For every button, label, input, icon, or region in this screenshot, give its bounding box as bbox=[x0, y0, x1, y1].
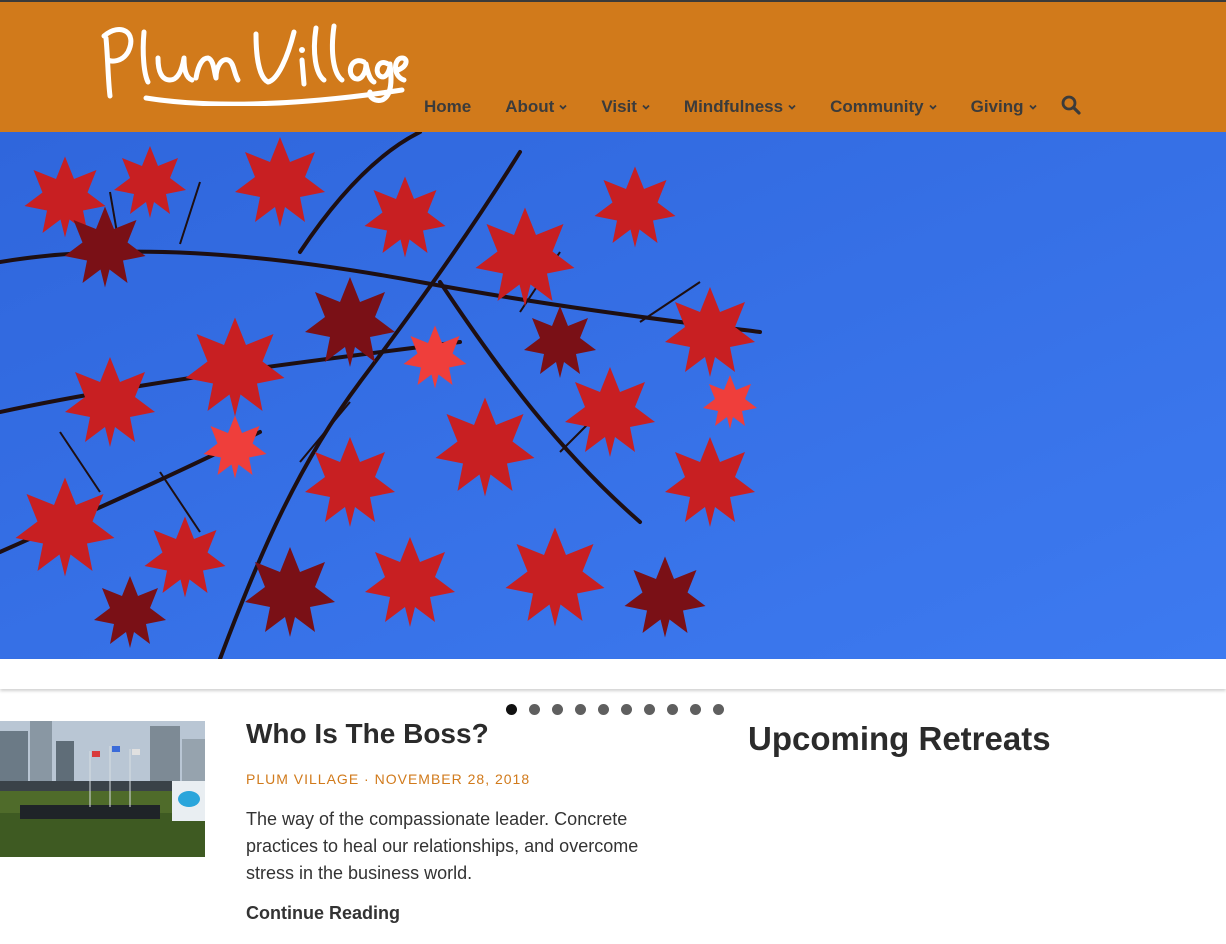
slide-dot[interactable] bbox=[667, 704, 678, 715]
nav-item-community[interactable]: Community bbox=[830, 97, 937, 117]
post-excerpt: The way of the compassionate leader. Con… bbox=[246, 809, 639, 883]
meta-separator: · bbox=[364, 771, 370, 787]
slide-dot[interactable] bbox=[506, 704, 517, 715]
post-thumbnail-image bbox=[0, 721, 205, 857]
slide-dot[interactable] bbox=[644, 704, 655, 715]
chevron-down-icon bbox=[642, 104, 650, 110]
nav-item-label: About bbox=[505, 97, 555, 116]
slider-pagination bbox=[506, 704, 736, 715]
nav-item-label: Home bbox=[424, 97, 472, 116]
chevron-down-icon bbox=[1028, 104, 1037, 110]
slide-dot[interactable] bbox=[621, 704, 632, 715]
search-icon[interactable] bbox=[1060, 94, 1082, 116]
chevron-down-icon bbox=[928, 104, 937, 110]
slide-dot[interactable] bbox=[690, 704, 701, 715]
hero-image bbox=[0, 132, 1226, 659]
slide-dot[interactable] bbox=[713, 704, 724, 715]
slide-dot[interactable] bbox=[575, 704, 586, 715]
site-header: Home About Visit Mindfulness Community G… bbox=[0, 2, 1226, 132]
nav-item-giving[interactable]: Giving bbox=[971, 97, 1037, 117]
nav-item-label: Visit bbox=[601, 97, 637, 116]
main-nav: Home About Visit Mindfulness Community G… bbox=[424, 90, 1071, 124]
post-date: NOVEMBER 28, 2018 bbox=[374, 771, 531, 787]
slide-dot[interactable] bbox=[552, 704, 563, 715]
nav-item-about[interactable]: About bbox=[505, 97, 567, 117]
nav-item-home[interactable]: Home bbox=[424, 97, 471, 117]
slide-dot[interactable] bbox=[529, 704, 540, 715]
plum-village-logo[interactable] bbox=[98, 20, 410, 106]
nav-item-mindfulness[interactable]: Mindfulness bbox=[684, 97, 796, 117]
continue-reading-link[interactable]: Continue Reading bbox=[246, 903, 400, 924]
post-meta: PLUM VILLAGE · NOVEMBER 28, 2018 bbox=[246, 771, 530, 787]
slider-divider bbox=[0, 659, 1226, 689]
hero-slider[interactable] bbox=[0, 132, 1226, 659]
post-thumbnail[interactable] bbox=[0, 721, 205, 857]
nav-item-visit[interactable]: Visit bbox=[601, 97, 650, 117]
nav-item-label: Community bbox=[830, 97, 924, 116]
chevron-down-icon bbox=[559, 104, 567, 110]
post-title[interactable]: Who Is The Boss? bbox=[246, 718, 489, 750]
nav-item-label: Giving bbox=[970, 97, 1024, 116]
chevron-down-icon bbox=[788, 104, 796, 110]
nav-item-label: Mindfulness bbox=[683, 97, 784, 116]
slide-dot[interactable] bbox=[598, 704, 609, 715]
post-author[interactable]: PLUM VILLAGE bbox=[246, 771, 359, 787]
upcoming-retreats-heading: Upcoming Retreats bbox=[748, 720, 1051, 757]
